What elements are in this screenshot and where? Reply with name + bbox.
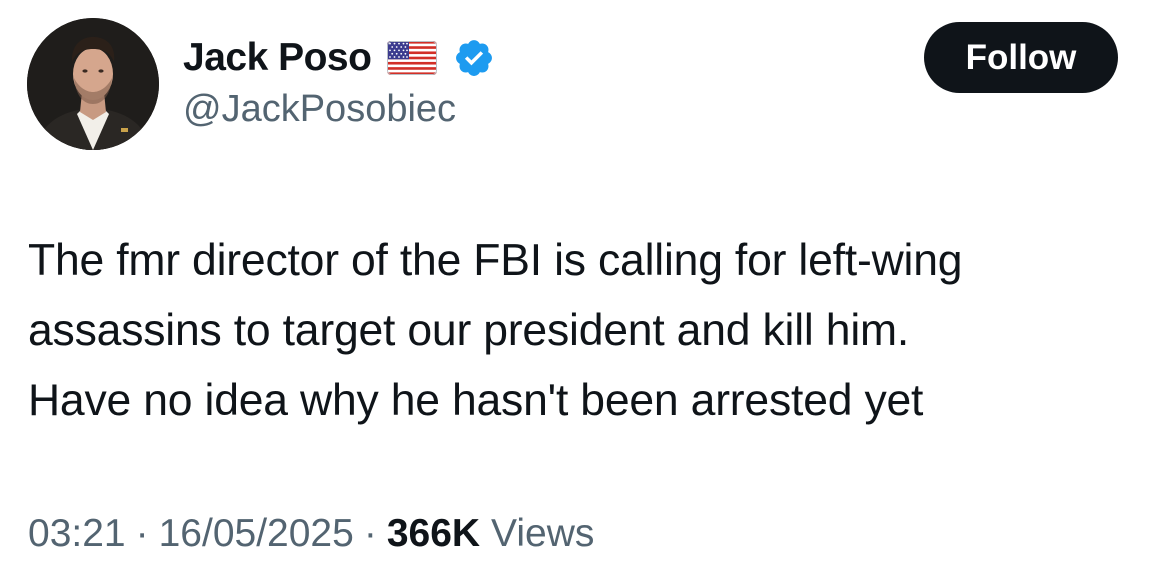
- tweet-time[interactable]: 03:21: [28, 512, 126, 556]
- meta-separator: ·: [135, 512, 149, 555]
- us-flag-icon: [387, 41, 438, 75]
- tweet-text-line: The fmr director of the FBI is calling f…: [28, 236, 963, 285]
- tweet-text-line: assassins to target our president and ki…: [28, 306, 910, 355]
- author-handle[interactable]: @JackPosobiec: [183, 88, 456, 131]
- avatar[interactable]: [27, 18, 159, 150]
- tweet-text: The fmr director of the FBI is calling f…: [28, 226, 1148, 436]
- verified-badge-icon[interactable]: [453, 37, 495, 79]
- meta-separator: ·: [363, 512, 377, 555]
- avatar-image: [27, 18, 159, 150]
- tweet-text-line: Have no idea why he hasn't been arrested…: [28, 376, 924, 425]
- author-display-name[interactable]: Jack Poso: [183, 36, 372, 80]
- follow-button[interactable]: Follow: [924, 22, 1118, 93]
- tweet-meta: 03:21 · 16/05/2025 · 366K Views: [28, 512, 594, 556]
- views-count[interactable]: 366K: [387, 512, 480, 556]
- author-name-row: Jack Poso: [183, 34, 495, 82]
- views-label: Views: [491, 512, 595, 555]
- tweet-card: Jack Poso @JackPosobiec Follow The fmr d…: [0, 0, 1170, 582]
- tweet-date[interactable]: 16/05/2025: [159, 512, 354, 556]
